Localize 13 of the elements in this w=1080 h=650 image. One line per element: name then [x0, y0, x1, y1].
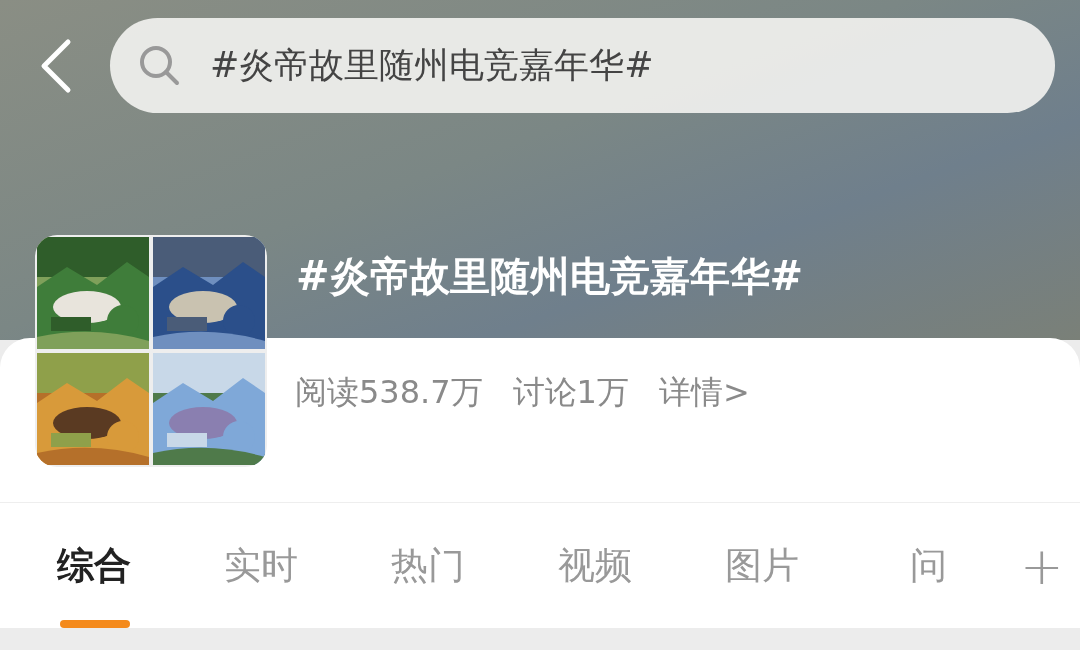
tab[interactable]: 图片: [678, 525, 845, 606]
read-count: 阅读538.7万: [295, 372, 483, 413]
tab[interactable]: 实时: [177, 525, 344, 606]
add-tab-button[interactable]: +: [1012, 535, 1072, 596]
tab[interactable]: 问: [845, 525, 1012, 606]
tab[interactable]: 视频: [511, 525, 678, 606]
tab-indicator: [60, 619, 130, 628]
discussion-count: 讨论1万: [512, 372, 629, 413]
topic-title: #炎帝故里随州电竞嘉年华#: [296, 252, 805, 301]
details-link[interactable]: 详情>: [658, 371, 750, 421]
search-field[interactable]: #炎帝故里随州电竞嘉年华#: [110, 18, 1055, 113]
tab[interactable]: 综合: [10, 525, 177, 606]
tab[interactable]: 热门: [344, 525, 511, 606]
